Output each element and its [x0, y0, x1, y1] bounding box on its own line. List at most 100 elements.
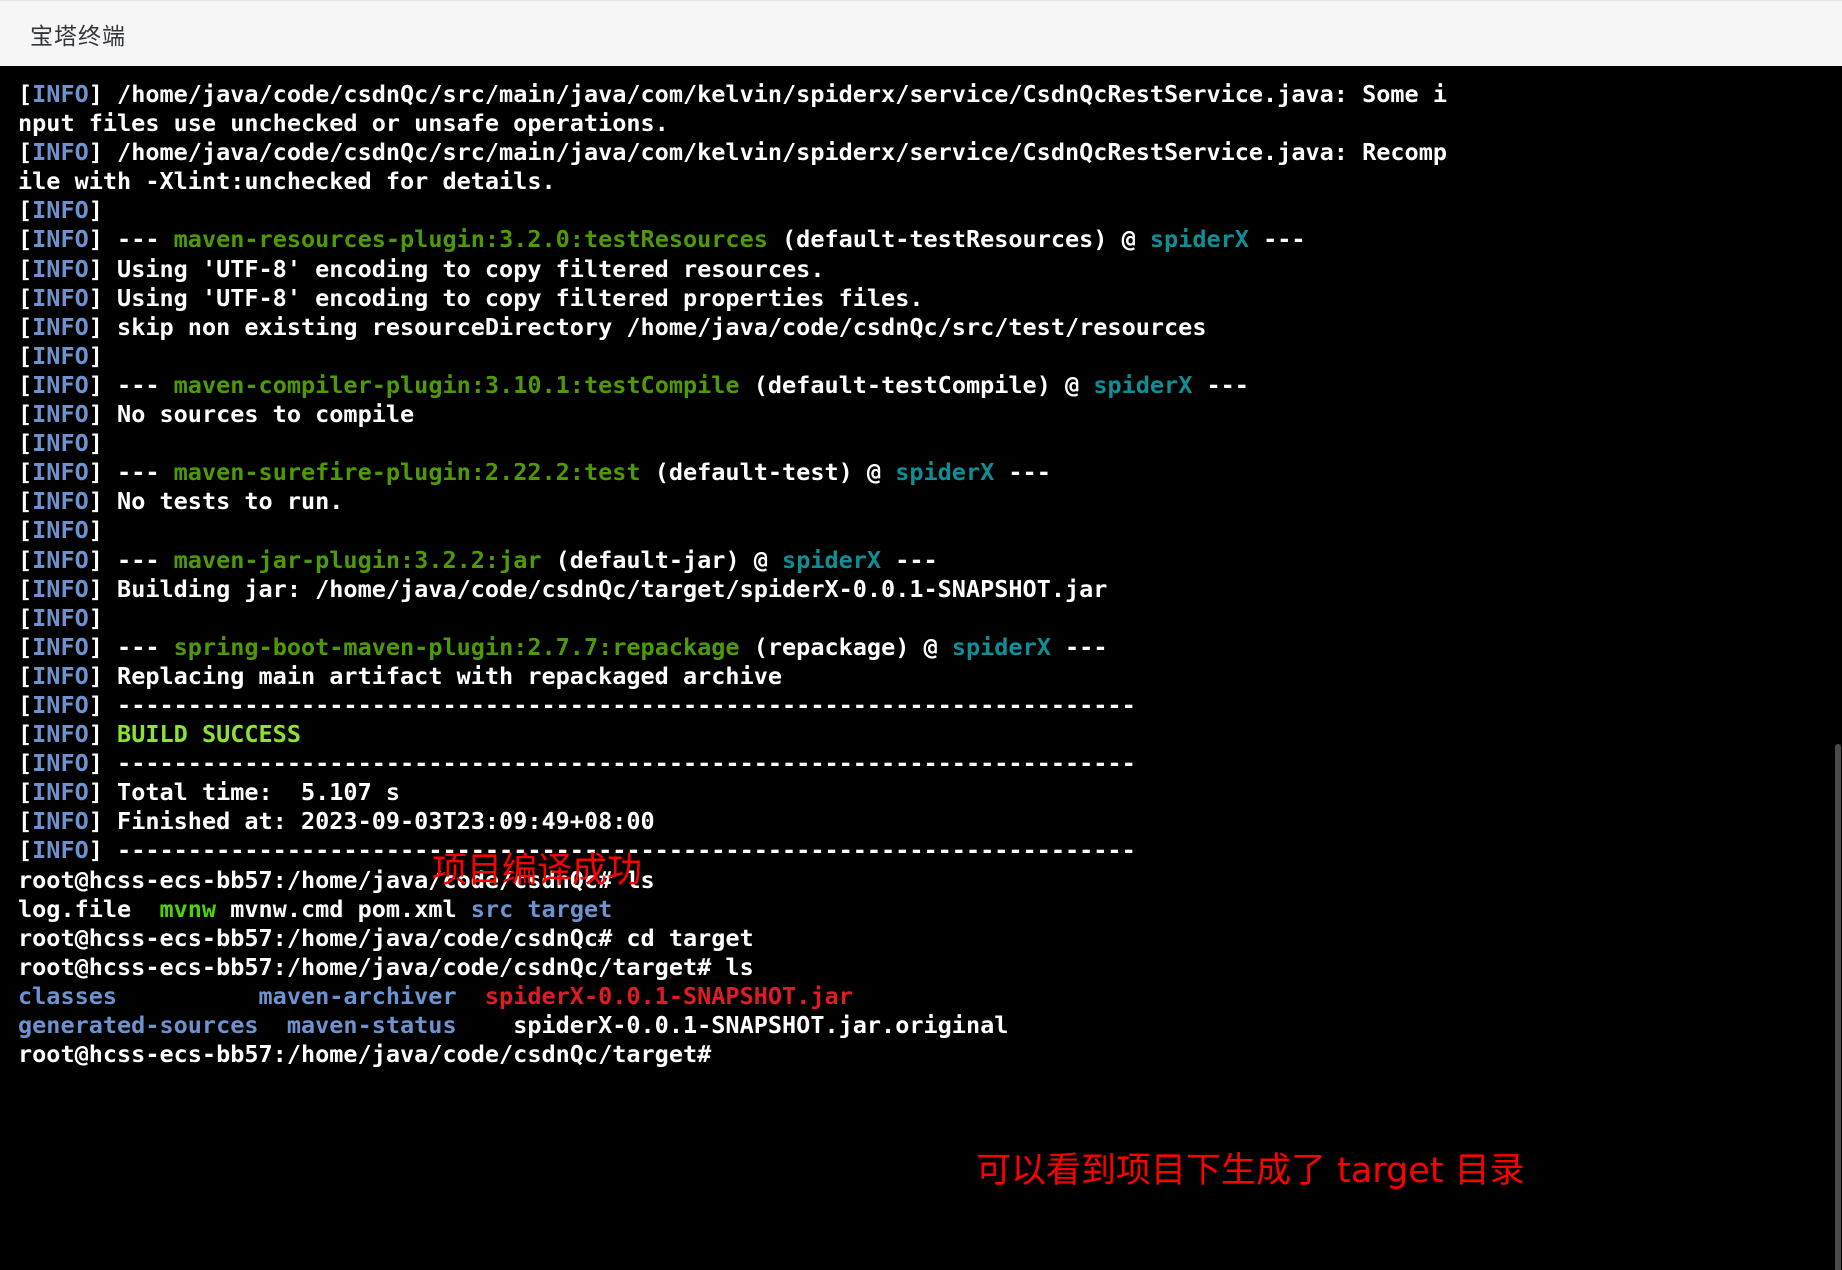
window-title: 宝塔终端: [30, 22, 126, 49]
terminal-line: [INFO]: [18, 342, 1833, 371]
ls-entry-directory: maven-archiver: [258, 981, 457, 1010]
terminal-line: [INFO] Finished at: 2023-09-03T23:09:49+…: [18, 807, 1833, 836]
bracket-close: ]: [88, 487, 103, 516]
shell-prompt: root@hcss-ecs-bb57:/home/java/code/csdnQ…: [18, 1040, 726, 1069]
dash-run: ---: [1248, 225, 1306, 254]
maven-goal-exec: (repackage) @: [739, 632, 952, 661]
terminal-line: [INFO] Replacing main artifact with repa…: [18, 662, 1833, 691]
bracket-open: [: [18, 341, 33, 370]
ls-spacer: [117, 982, 258, 1010]
maven-plugin-name: maven-jar-plugin:3.2.2:jar: [173, 545, 542, 574]
bracket-open: [: [18, 487, 33, 516]
maven-project-name: spiderX: [895, 458, 995, 487]
bracket-close: ]: [88, 400, 103, 429]
terminal-scrollbar-thumb[interactable]: [1835, 744, 1841, 1270]
log-level-info: INFO: [32, 458, 89, 487]
log-level-info: INFO: [32, 487, 89, 516]
ls-entry-directory: classes: [18, 981, 118, 1010]
terminal-line: [INFO] --- maven-jar-plugin:3.2.2:jar (d…: [18, 546, 1833, 575]
bracket-close: ]: [88, 516, 103, 545]
bracket-close: ]: [88, 720, 103, 749]
dash-run: ---: [1192, 370, 1249, 399]
maven-goal-exec: (default-testCompile) @: [739, 370, 1094, 399]
terminal-line: [INFO] --- spring-boot-maven-plugin:2.7.…: [18, 633, 1833, 662]
log-message: ile with -Xlint:unchecked for details.: [18, 167, 556, 196]
annotation-build-success: 项目编译成功: [432, 851, 643, 891]
log-message: ----------------------------------------…: [102, 749, 1136, 778]
terminal-line: [INFO] Building jar: /home/java/code/csd…: [18, 575, 1833, 604]
maven-plugin-name: maven-resources-plugin:3.2.0:testResourc…: [173, 225, 768, 254]
shell-prompt-line: root@hcss-ecs-bb57:/home/java/code/csdnQ…: [18, 866, 1833, 895]
bracket-close: ]: [88, 225, 103, 254]
maven-plugin-name: maven-compiler-plugin:3.10.1:testCompile: [173, 370, 740, 399]
log-level-info: INFO: [32, 341, 89, 370]
bracket-open: [: [18, 138, 33, 167]
ls-spacer: [216, 895, 230, 923]
dash-run: ---: [994, 458, 1051, 487]
bracket-close: ]: [88, 254, 103, 283]
log-level-info: INFO: [32, 283, 89, 312]
log-level-info: INFO: [32, 516, 89, 545]
bracket-close: ]: [88, 603, 103, 632]
bracket-close: ]: [88, 429, 103, 458]
ls-entry-directory: generated-sources: [18, 1011, 259, 1039]
dash-run: ---: [102, 632, 174, 661]
terminal-scrollbar-track[interactable]: [1833, 66, 1842, 1270]
ls-spacer: [343, 895, 357, 923]
log-level-info: INFO: [32, 400, 89, 429]
bracket-open: [: [18, 720, 33, 749]
log-message: Building jar: /home/java/code/csdnQc/tar…: [102, 574, 1108, 603]
terminal-line: [INFO] ---------------------------------…: [18, 749, 1833, 778]
ls-entry-file: log.file: [18, 894, 132, 923]
bracket-close: ]: [88, 661, 103, 690]
bracket-open: [: [18, 574, 33, 603]
terminal-line: [INFO] --- maven-resources-plugin:3.2.0:…: [18, 225, 1833, 254]
bracket-close: ]: [88, 807, 103, 836]
log-level-info: INFO: [32, 80, 89, 108]
bracket-close: ]: [88, 749, 103, 778]
terminal-window: 宝塔终端 [INFO] /home/java/code/csdnQc/src/m…: [0, 0, 1842, 1270]
log-message: ----------------------------------------…: [102, 690, 1136, 719]
terminal-line: [INFO] Using 'UTF-8' encoding to copy fi…: [18, 284, 1833, 313]
terminal-line: [INFO] /home/java/code/csdnQc/src/main/j…: [18, 80, 1833, 109]
terminal-line: ile with -Xlint:unchecked for details.: [18, 167, 1833, 196]
terminal-line: [INFO] ---------------------------------…: [18, 836, 1833, 865]
ls-entry-file: spiderX-0.0.1-SNAPSHOT.jar.original: [513, 1011, 1009, 1039]
ls-entry-executable: mvnw: [159, 894, 217, 923]
bracket-open: [: [18, 836, 33, 865]
log-level-info: INFO: [32, 254, 89, 283]
ls-spacer: [457, 895, 471, 923]
window-titlebar: 宝塔终端: [0, 0, 1842, 66]
maven-project-name: spiderX: [1149, 225, 1249, 254]
log-message: nput files use unchecked or unsafe opera…: [18, 109, 669, 138]
terminal-lines: [INFO] /home/java/code/csdnQc/src/main/j…: [18, 80, 1833, 1069]
bracket-close: ]: [88, 632, 103, 661]
terminal-line: [INFO]: [18, 516, 1833, 545]
shell-command: cd target: [626, 923, 754, 952]
shell-command: ls: [725, 952, 754, 981]
bracket-open: [: [18, 458, 33, 487]
terminal-line: [INFO]: [18, 196, 1833, 225]
bracket-open: [: [18, 196, 33, 225]
log-level-info: INFO: [32, 807, 89, 836]
terminal-line: [INFO] skip non existing resourceDirecto…: [18, 313, 1833, 342]
build-success-text: BUILD SUCCESS: [102, 720, 301, 749]
bracket-open: [: [18, 807, 33, 836]
bracket-close: ]: [88, 458, 103, 487]
ls-entry-file: pom.xml: [357, 894, 457, 923]
log-message: Finished at: 2023-09-03T23:09:49+08:00: [102, 807, 655, 836]
bracket-open: [: [18, 429, 33, 458]
log-message: Replacing main artifact with repackaged …: [102, 661, 783, 690]
bracket-open: [: [18, 225, 33, 254]
log-level-info: INFO: [32, 429, 89, 458]
log-level-info: INFO: [32, 225, 89, 254]
bracket-open: [: [18, 254, 33, 283]
bracket-close: ]: [88, 196, 103, 225]
bracket-open: [: [18, 400, 33, 429]
bracket-close: ]: [88, 690, 103, 719]
dash-run: ---: [102, 545, 174, 574]
terminal-line: [INFO] BUILD SUCCESS: [18, 720, 1833, 749]
dash-run: ---: [102, 458, 174, 487]
ls-spacer: [513, 895, 527, 923]
maven-project-name: spiderX: [782, 545, 882, 574]
